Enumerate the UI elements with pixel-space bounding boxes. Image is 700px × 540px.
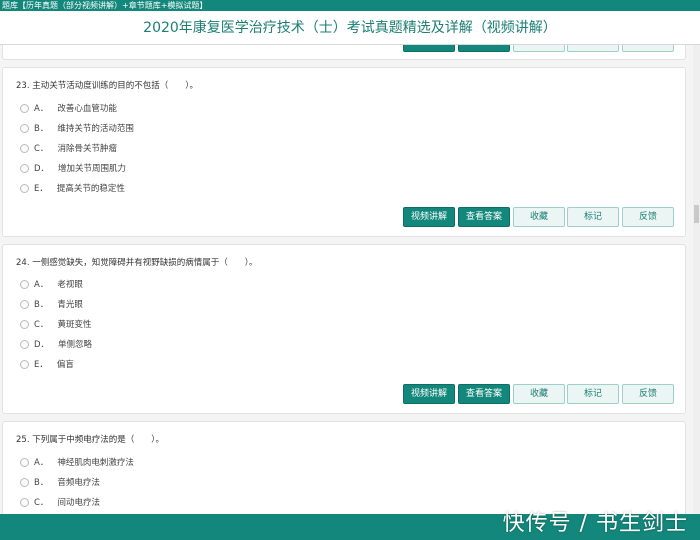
radio-button[interactable] [20, 123, 29, 133]
option-text: 青光眼 [57, 300, 83, 310]
option-text: 黄斑变性 [57, 320, 92, 330]
option-text: 改善心血管功能 [57, 104, 117, 114]
option-e[interactable]: E． 提高关节的稳定性 [20, 181, 125, 195]
option-c[interactable]: C． 间动电疗法 [20, 495, 100, 509]
radio-button[interactable] [20, 279, 29, 289]
mark-button[interactable]: 标记 [567, 45, 619, 52]
mark-button[interactable]: 标记 [567, 207, 619, 227]
option-text: 神经肌肉电刺激疗法 [57, 458, 134, 468]
view-answer-button[interactable]: 查看答案 [458, 45, 510, 52]
option-a[interactable]: A． 改善心血管功能 [20, 101, 117, 115]
radio-button[interactable] [20, 183, 29, 193]
option-a[interactable]: A． 老视眼 [20, 277, 83, 291]
option-e[interactable]: E． 偏盲 [20, 357, 74, 371]
question-text: 25. 下列属于中频电疗法的是（ ）。 [16, 435, 164, 445]
option-text: 偏盲 [56, 360, 74, 370]
option-text: 消除骨关节肿瘤 [57, 144, 117, 154]
view-answer-button[interactable]: 查看答案 [458, 384, 510, 404]
option-a[interactable]: A． 神经肌肉电刺激疗法 [20, 455, 134, 469]
radio-button[interactable] [20, 457, 29, 467]
radio-button[interactable] [20, 299, 29, 309]
video-explain-button[interactable]: 视频讲解 [403, 45, 455, 52]
collect-button[interactable]: 收藏 [513, 384, 565, 404]
option-text: 音频电疗法 [57, 478, 100, 488]
option-b[interactable]: B． 维持关节的活动范围 [20, 121, 134, 135]
option-text: 间动电疗法 [57, 498, 100, 508]
option-text: 老视眼 [57, 280, 83, 290]
page-title-bar: 2020年康复医学治疗技术（士）考试真题精选及详解（视频讲解） [0, 11, 700, 45]
option-b[interactable]: B． 青光眼 [20, 297, 83, 311]
question-card-prev: 视频讲解 查看答案 收藏 标记 反馈 [2, 45, 686, 60]
option-d[interactable]: D． 增加关节周围肌力 [20, 161, 126, 175]
option-text: 维持关节的活动范围 [57, 124, 134, 134]
radio-button[interactable] [20, 339, 29, 349]
question-text: 24. 一侧感觉缺失，知觉障碍并有视野缺损的病情属于（ ）。 [16, 258, 258, 268]
option-c[interactable]: C． 黄斑变性 [20, 317, 91, 331]
option-c[interactable]: C． 消除骨关节肿瘤 [20, 141, 117, 155]
vertical-scrollbar[interactable] [693, 45, 700, 514]
watermark-text: 快传号 / 书生剑士 [502, 511, 688, 536]
option-text: 单侧忽略 [58, 340, 93, 350]
radio-button[interactable] [20, 143, 29, 153]
question-card-24: 24. 一侧感觉缺失，知觉障碍并有视野缺损的病情属于（ ）。 A． 老视眼 B．… [2, 244, 686, 414]
video-explain-button[interactable]: 视频讲解 [403, 384, 455, 404]
radio-button[interactable] [20, 319, 29, 329]
question-card-23: 23. 主动关节活动度训练的目的不包括（ ）。 A． 改善心血管功能 B． 维持… [2, 67, 686, 237]
option-text: 增加关节周围肌力 [58, 164, 127, 174]
option-b[interactable]: B． 音频电疗法 [20, 475, 100, 489]
feedback-button[interactable]: 反馈 [622, 45, 674, 52]
option-text: 提高关节的稳定性 [56, 184, 125, 194]
mark-button[interactable]: 标记 [567, 384, 619, 404]
question-card-25: 25. 下列属于中频电疗法的是（ ）。 A． 神经肌肉电刺激疗法 B． 音频电疗… [2, 421, 686, 514]
page-title: 2020年康复医学治疗技术（士）考试真题精选及详解（视频讲解） [143, 20, 557, 36]
feedback-button[interactable]: 反馈 [622, 384, 674, 404]
question-text: 23. 主动关节活动度训练的目的不包括（ ）。 [16, 81, 198, 91]
radio-button[interactable] [20, 497, 29, 507]
video-explain-button[interactable]: 视频讲解 [403, 207, 455, 227]
scrollbar-thumb[interactable] [694, 205, 699, 223]
radio-button[interactable] [20, 359, 29, 369]
radio-button[interactable] [20, 103, 29, 113]
app-header-text: 題库【历年真题（部分视频讲解）+章节题库+模拟试题】 [2, 1, 208, 10]
option-d[interactable]: D． 单侧忽略 [20, 337, 92, 351]
radio-button[interactable] [20, 163, 29, 173]
collect-button[interactable]: 收藏 [513, 207, 565, 227]
app-header-bar: 題库【历年真题（部分视频讲解）+章节题库+模拟试题】 [0, 0, 700, 11]
feedback-button[interactable]: 反馈 [622, 207, 674, 227]
question-list: 视频讲解 查看答案 收藏 标记 反馈 23. 主动关节活动度训练的目的不包括（ … [0, 45, 693, 514]
view-answer-button[interactable]: 查看答案 [458, 207, 510, 227]
radio-button[interactable] [20, 477, 29, 487]
collect-button[interactable]: 收藏 [513, 45, 565, 52]
